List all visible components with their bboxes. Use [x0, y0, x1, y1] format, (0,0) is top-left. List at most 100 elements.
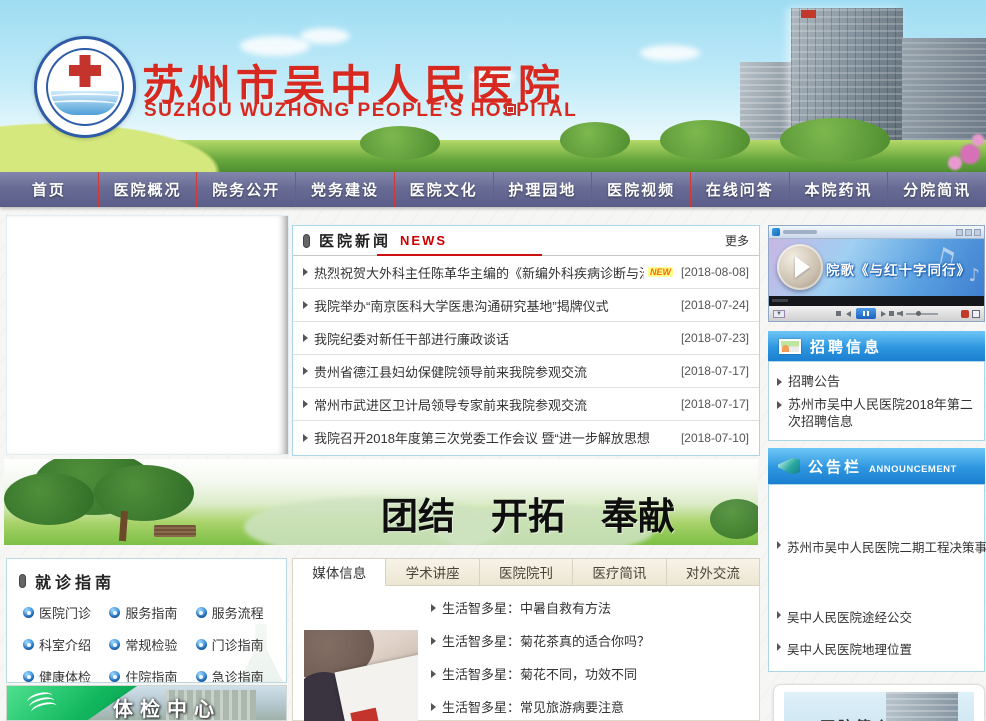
triangle-bullet-icon — [303, 334, 308, 342]
nav-item-branch-info[interactable]: 分院简讯 — [888, 172, 986, 207]
guide-grid: 医院门诊 服务指南 服务流程 科室介绍 常规检验 门诊指南 健康体检 住院指南 … — [7, 597, 286, 683]
tab-media-info[interactable]: 媒体信息 — [292, 558, 386, 586]
news-panel-header: 医院新闻 NEWS 更多 — [293, 226, 759, 256]
guide-header: 就诊指南 — [7, 559, 286, 597]
guide-link-label[interactable]: 急诊指南 — [212, 667, 264, 683]
guide-link-inpatient-guide[interactable]: 住院指南 — [109, 667, 195, 683]
red-seal-icon — [505, 104, 516, 115]
guide-link-departments[interactable]: 科室介绍 — [23, 635, 109, 654]
close-button[interactable] — [974, 229, 981, 236]
guide-link-label[interactable]: 医院门诊 — [39, 603, 91, 622]
hospital-intro-card[interactable]: 医院简介 — [773, 684, 985, 721]
news-date: [2018-08-08] — [673, 265, 749, 279]
news-title-link[interactable]: 热烈祝贺大外科主任陈革华主编的《新编外科疾病诊断与治 — [314, 263, 644, 282]
record-button[interactable] — [961, 310, 969, 318]
nav-item-home[interactable]: 首页 — [0, 172, 99, 207]
guide-link-label[interactable]: 服务流程 — [212, 603, 264, 622]
news-title-link[interactable]: 贵州省德江县妇幼保健院领导前来我院参观交流 — [314, 362, 587, 381]
volume-icon[interactable] — [897, 311, 903, 317]
minimize-button[interactable] — [956, 229, 963, 236]
stop-button[interactable] — [836, 311, 841, 316]
tab-hospital-journal[interactable]: 医院院刊 — [480, 558, 573, 586]
guide-link-outpatient[interactable]: 医院门诊 — [23, 603, 109, 622]
guide-link-label[interactable]: 服务指南 — [125, 603, 177, 622]
nav-item-qa[interactable]: 在线问答 — [691, 172, 790, 207]
nav-item-video[interactable]: 医院视频 — [592, 172, 691, 207]
next-button[interactable] — [881, 311, 886, 317]
video-caption: 院歌《与红十字同行》 — [826, 259, 971, 279]
play-button[interactable] — [777, 244, 823, 290]
tab-external-exchange[interactable]: 对外交流 — [667, 558, 760, 586]
nav-item-pharmacy-news[interactable]: 本院药讯 — [790, 172, 889, 207]
nav-item-culture[interactable]: 医院文化 — [395, 172, 494, 207]
checkup-center-banner[interactable]: 体检中心 — [6, 685, 287, 721]
player-menu-dropdown[interactable]: ▼ — [773, 310, 785, 318]
news-title-link[interactable]: 常州市武进区卫计局领导专家前来我院参观交流 — [314, 395, 587, 414]
guide-link-label[interactable]: 科室介绍 — [39, 635, 91, 654]
flower-shape — [948, 156, 962, 170]
nav-item-overview[interactable]: 医院概况 — [99, 172, 198, 207]
article-item[interactable]: 生活智多星：常见旅游病要注意 — [431, 697, 624, 716]
guide-link-service-guide[interactable]: 服务指南 — [109, 603, 195, 622]
nav-item-nursing[interactable]: 护理园地 — [494, 172, 593, 207]
recruit-item[interactable]: 苏州市吴中人民医院2018年第二次招聘信息 — [775, 393, 978, 433]
announcement-item-label[interactable]: 吴中人民医院地理位置 — [787, 639, 912, 658]
guide-link-routine-tests[interactable]: 常规检验 — [109, 635, 195, 654]
triangle-bullet-icon — [777, 611, 781, 619]
maximize-button[interactable] — [965, 229, 972, 236]
news-title-link[interactable]: 我院召开2018年度第三次党委工作会议 暨“进一步解放思想 — [314, 428, 650, 447]
guide-link-health-checkup[interactable]: 健康体检 — [23, 667, 109, 683]
news-row: 我院召开2018年度第三次党委工作会议 暨“进一步解放思想 [2018-07-1… — [293, 421, 759, 454]
tree-foliage — [4, 473, 94, 525]
previous-button[interactable] — [846, 311, 851, 317]
guide-link-label[interactable]: 常规检验 — [125, 635, 177, 654]
recruit-item-label[interactable]: 苏州市吴中人民医院2018年第二次招聘信息 — [788, 396, 976, 430]
guide-link-emergency-guide[interactable]: 急诊指南 — [196, 667, 282, 683]
guide-link-service-flow[interactable]: 服务流程 — [196, 603, 282, 622]
recruit-item-label[interactable]: 招聘公告 — [788, 373, 840, 390]
player-progress-bar[interactable] — [769, 296, 984, 306]
guide-link-label[interactable]: 住院指南 — [125, 667, 177, 683]
article-item[interactable]: 生活智多星：菊花茶真的适合你吗？ — [431, 631, 650, 650]
guide-link-label[interactable]: 健康体检 — [39, 667, 91, 683]
visit-guide-panel: 就诊指南 医院门诊 服务指南 服务流程 科室介绍 常规检验 门诊指南 健康体检 … — [6, 558, 287, 683]
tab-academic-lectures[interactable]: 学术讲座 — [386, 558, 479, 586]
article-link-label[interactable]: 生活智多星：菊花不同，功效不同 — [442, 664, 637, 683]
announcement-item-label[interactable]: 吴中人民医院途经公交 — [787, 607, 912, 626]
nav-item-public-affairs[interactable]: 院务公开 — [197, 172, 296, 207]
tab-medical-briefs[interactable]: 医疗简讯 — [573, 558, 666, 586]
announcement-item[interactable]: 吴中人民医院地理位置 — [777, 639, 912, 658]
volume-slider[interactable] — [906, 313, 938, 315]
triangle-bullet-icon — [777, 541, 781, 549]
pause-button[interactable] — [856, 308, 876, 319]
checkup-center-title: 体检中心 — [113, 693, 221, 721]
triangle-bullet-icon — [431, 703, 436, 711]
announcement-item[interactable]: 吴中人民医院途经公交 — [777, 607, 912, 626]
news-red-underline — [377, 254, 542, 256]
guide-link-outpatient-guide[interactable]: 门诊指南 — [196, 635, 282, 654]
news-date: [2018-07-23] — [673, 331, 749, 345]
news-title-link[interactable]: 我院纪委对新任干部进行廉政谈话 — [314, 329, 509, 348]
intro-building-shape — [886, 692, 958, 721]
guide-link-label[interactable]: 门诊指南 — [212, 635, 264, 654]
news-more-link[interactable]: 更多 — [725, 232, 749, 249]
slogan-word: 奉献 — [601, 486, 675, 540]
news-title-link[interactable]: 我院举办“南京医科大学医患沟通研究基地”揭牌仪式 — [314, 296, 609, 315]
flower-shape — [972, 134, 984, 146]
slideshow-placeholder[interactable] — [6, 215, 289, 455]
article-item[interactable]: 生活智多星：中暑自救有方法 — [431, 598, 611, 617]
article-link-label[interactable]: 生活智多星：中暑自救有方法 — [442, 598, 611, 617]
article-link-label[interactable]: 生活智多星：菊花茶真的适合你吗？ — [442, 631, 650, 650]
grass-hill — [0, 114, 250, 172]
blue-circle-icon — [23, 639, 34, 650]
nav-item-party-building[interactable]: 党务建设 — [296, 172, 395, 207]
playlist-button[interactable] — [889, 311, 894, 316]
article-item[interactable]: 生活智多星：菊花不同，功效不同 — [431, 664, 637, 683]
announcement-item[interactable]: 苏州市吴中人民医院二期工程决策事 — [777, 537, 986, 556]
hospital-logo — [34, 36, 136, 138]
recruit-item[interactable]: 招聘公告 — [775, 370, 978, 393]
settings-toggle[interactable] — [972, 310, 980, 318]
article-link-label[interactable]: 生活智多星：常见旅游病要注意 — [442, 697, 624, 716]
blue-circle-icon — [23, 671, 34, 682]
announcement-item-label[interactable]: 苏州市吴中人民医院二期工程决策事 — [787, 537, 986, 556]
